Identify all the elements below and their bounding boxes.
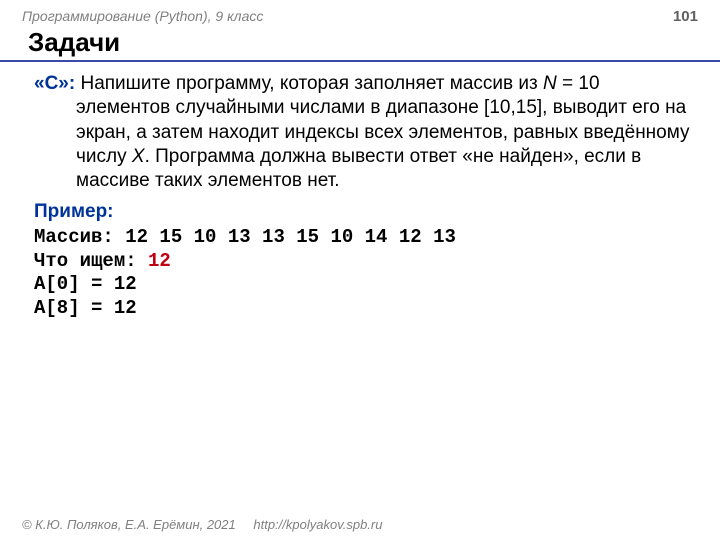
footer-url: http://kpolyakov.spb.ru — [253, 517, 382, 532]
task-label: «C»: — [34, 73, 75, 94]
slide-footer: © К.Ю. Поляков, Е.А. Ерёмин, 2021 http:/… — [22, 517, 382, 532]
slide-header: Программирование (Python), 9 класс 101 — [0, 0, 720, 25]
var-n: N — [543, 73, 557, 94]
example-label: Пример: — [34, 200, 690, 224]
page-number: 101 — [673, 8, 698, 25]
var-x: X — [132, 146, 145, 167]
task-text-1: Напишите программу, которая заполняет ма… — [75, 73, 543, 94]
example-array: Массив: 12 15 10 13 13 15 10 14 12 13 — [34, 226, 690, 250]
task-text-3: . Программа должна вывести ответ «не най… — [76, 146, 641, 191]
page-title: Задачи — [0, 25, 720, 62]
task-description: «C»: Напишите программу, которая заполня… — [34, 72, 690, 194]
copyright: © К.Ю. Поляков, Е.А. Ерёмин, 2021 — [22, 517, 236, 532]
search-prefix: Что ищем: — [34, 250, 148, 272]
example-result-1: A[0] = 12 — [34, 273, 690, 297]
example-search: Что ищем: 12 — [34, 250, 690, 274]
example-result-2: A[8] = 12 — [34, 297, 690, 321]
course-name: Программирование (Python), 9 класс — [22, 8, 263, 24]
slide-content: «C»: Напишите программу, которая заполня… — [0, 72, 720, 321]
search-value: 12 — [148, 250, 171, 272]
